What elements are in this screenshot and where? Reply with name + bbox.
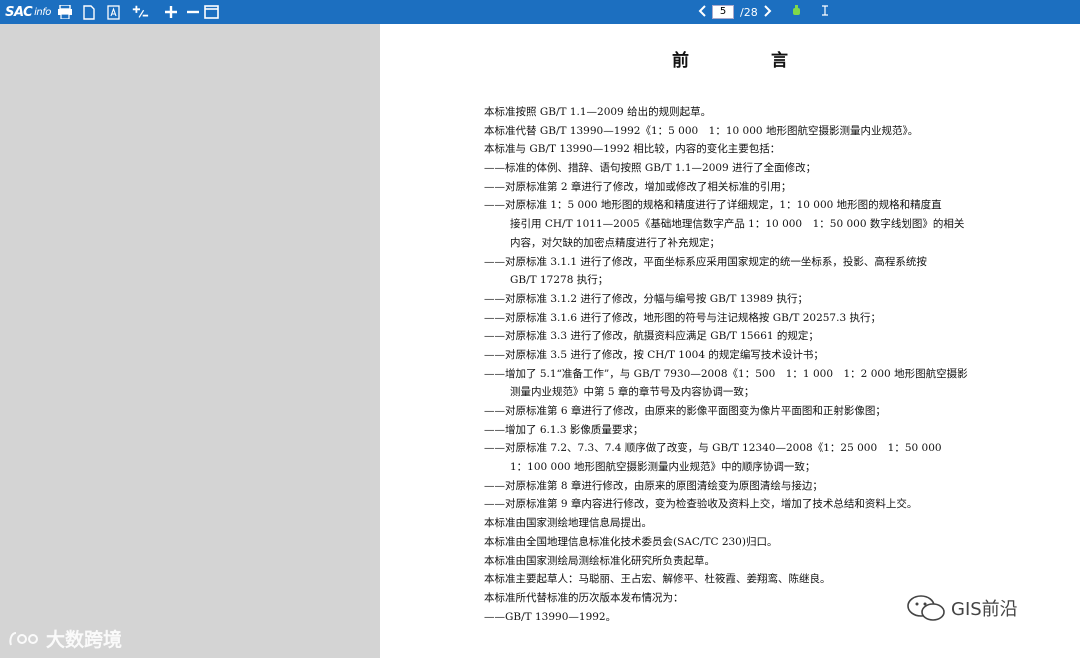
document-line: 本标准由国家测绘局测绘标准化研究所负责起草。 [484, 554, 715, 567]
page-title: 前 言 [672, 51, 826, 71]
document-line: ——对原标准 7.2、7.3、7.4 顺序做了改变，与 GB/T 12340—2… [484, 442, 942, 455]
document-line: 本标准主要起草人：马聪丽、王占宏、解修平、杜筱霞、姜翔鸾、陈继良。 [484, 573, 831, 586]
document-line: ——对原标准第 8 章进行修改，由原来的原图清绘变为原图清绘与接边； [484, 479, 823, 492]
document-line: ——对原标准 3.3 进行了修改，航摄资料应满足 GB/T 15661 的规定； [484, 330, 819, 343]
document-line: ——对原标准第 2 章进行了修改，增加或修改了相关标准的引用； [484, 180, 792, 193]
right-watermark-text: GIS前沿 [951, 599, 1018, 620]
document-line: ——增加了 6.1.3 影像质量要求； [484, 423, 644, 436]
document-line: 本标准与 GB/T 13990—1992 相比较，内容的变化主要包括： [484, 143, 781, 156]
document-line: 本标准由全国地理信息标准化技术委员会(SAC/TC 230)归口。 [484, 535, 778, 548]
document-line: ——增加了 5.1“准备工作”，与 GB/T 7930—2008《1：500 1… [484, 367, 968, 380]
print-icon[interactable] [56, 0, 74, 24]
document-line: ——对原标准 1：5 000 地形图的规格和精度进行了详细规定，1：10 000… [484, 199, 942, 212]
document-line: ——对原标准 3.1.2 进行了修改，分幅与编号按 GB/T 13989 执行； [484, 292, 808, 305]
document-line: ——对原标准 3.1.1 进行了修改，平面坐标系应采用国家规定的统一坐标系，投影… [484, 255, 927, 268]
document-line: ——标准的体例、措辞、语句按照 GB/T 1.1—2009 进行了全面修改； [484, 162, 817, 175]
page-navigator: 5 /28 [698, 3, 829, 21]
document-line: 1：100 000 地形图航空摄影测量内业规范》中的顺序协调一致； [510, 461, 816, 474]
document-line: ——对原标准 3.1.6 进行了修改，地形图的符号与注记规格按 GB/T 202… [484, 311, 881, 324]
page-number-input[interactable]: 5 [712, 5, 734, 19]
document-line: 测量内业规范》中第 5 章的章节号及内容协调一致； [510, 386, 755, 399]
document-line: GB/T 17278 执行； [510, 274, 609, 287]
sac-info-logo[interactable]: SAC info [0, 0, 56, 24]
document-line: 本标准由国家测绘地理信息局提出。 [484, 517, 652, 530]
document-line: ——对原标准第 6 章进行了修改，由原来的影像平面图变为像片平面图和正射影像图； [484, 405, 886, 417]
text-icon[interactable] [104, 0, 122, 24]
left-watermark-text: 大数跨境 [46, 629, 123, 651]
watermark-logo-icon [9, 631, 38, 645]
document-body: 本标准按照 GB/T 1.1—2009 给出的规则起草。本标准代替 GB/T 1… [484, 103, 1014, 626]
prev-page-icon[interactable] [698, 4, 706, 20]
document-page: 前 言 本标准按照 GB/T 1.1—2009 给出的规则起草。本标准代替 GB… [380, 24, 1080, 658]
document-line: 内容，对欠缺的加密点精度进行了补充规定； [510, 236, 720, 249]
left-panel [0, 24, 380, 658]
document-line: 接引用 CH/T 1011—2005《基础地理信数字产品 1：10 000 1：… [510, 218, 965, 231]
document-line: ——对原标准 3.5 进行了修改，按 CH/T 1004 的规定编写技术设计书； [484, 348, 824, 361]
page-icon[interactable] [80, 0, 98, 24]
toolbar: SAC info 5 /28 [0, 0, 1080, 24]
right-watermark: GIS前沿 [906, 594, 1018, 622]
left-watermark: 大数跨境 [8, 625, 122, 652]
logo-sub: info [34, 6, 51, 18]
document-line: 本标准按照 GB/T 1.1—2009 给出的规则起草。 [484, 106, 712, 118]
text-select-icon[interactable] [821, 5, 829, 19]
logo-main: SAC [5, 4, 33, 20]
minus-icon[interactable] [184, 0, 202, 24]
window-icon[interactable] [202, 0, 220, 24]
next-page-icon[interactable] [763, 4, 772, 20]
zoom-in-out-icon[interactable] [131, 0, 149, 24]
document-line: ——对原标准第 9 章内容进行修改，变为检查验收及资料上交，增加了技术总结和资料… [484, 498, 918, 511]
hand-tool-icon[interactable] [792, 5, 801, 19]
plus-icon[interactable] [162, 0, 180, 24]
wechat-icon [907, 595, 945, 621]
page-total: /28 [740, 5, 758, 19]
document-line: 本标准代替 GB/T 13990—1992《1：5 000 1：10 000 地… [484, 124, 919, 137]
